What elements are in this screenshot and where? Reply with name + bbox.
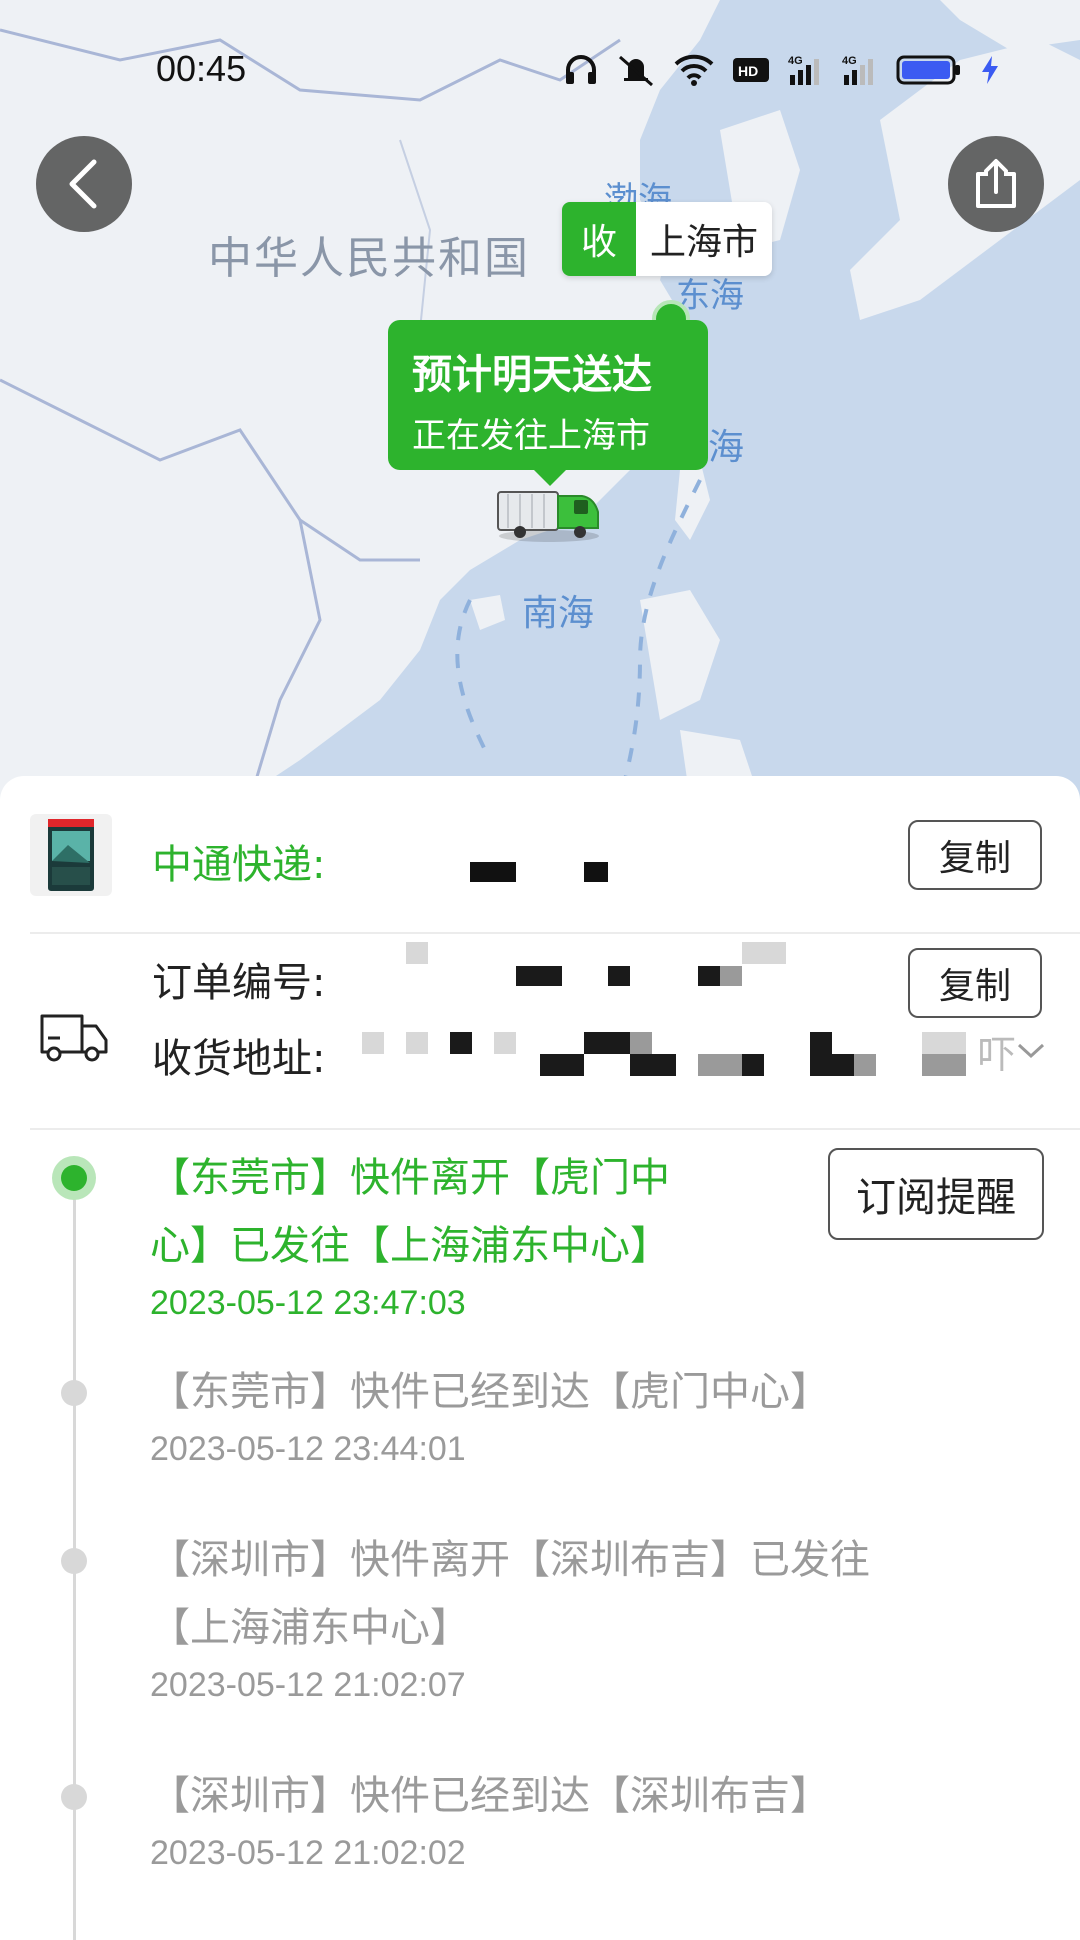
signal-4g-icon: 4G [842,53,878,87]
redacted-address [922,1032,966,1054]
tracking-timeline: 【东莞市】快件离开【虎门中 心】已发往【上海浦东中心】 2023-05-12 2… [0,1148,1080,1940]
back-button[interactable] [36,136,132,232]
redacted-order-number [608,966,630,986]
redacted-order-number [742,942,786,964]
redacted-address [584,1032,630,1054]
timeline-dot [61,1548,87,1574]
svg-text:4G: 4G [788,55,803,67]
redacted-address [854,1054,876,1076]
event-text-line: 心】已发往【上海浦东中心】 [150,1223,670,1269]
svg-text:HD: HD [738,63,758,79]
headphones-icon [564,54,598,86]
chevron-down-icon[interactable] [1016,1042,1046,1060]
redacted-order-number [720,966,742,986]
status-bar: 00:45 HD 4G 4G [0,0,1080,140]
address-tail-text: 吓 [978,1033,1017,1077]
redacted-address [540,1054,584,1076]
hd-icon: HD [732,55,770,85]
timeline-dot-current [52,1156,96,1200]
delivery-status-text: 正在发往上海市 [412,416,650,456]
timeline-event: 【深圳市】快件已经到达【深圳布吉】 2023-05-12 21:02:02 [150,1762,980,1873]
redacted-address [362,1032,384,1054]
timeline-event: 【深圳市】快件离开【深圳布吉】已发往 【上海浦东中心】 2023-05-12 2… [150,1526,980,1705]
subscribe-reminder-button[interactable]: 订阅提醒 [828,1148,1044,1240]
event-text-line: 【东莞市】快件离开【虎门中 [150,1155,670,1201]
order-number-label: 订单编号: [152,960,326,1006]
redacted-address [630,1054,676,1076]
timeline-dot [61,1380,87,1406]
timeline-dot [61,1784,87,1810]
event-text: 【东莞市】快件已经到达【虎门中心】 [150,1369,830,1415]
courier-row: 中通快递: 复制 [0,776,1080,932]
redacted-tracking-number [584,862,608,882]
delivery-status-bubble: 预计明天送达 正在发往上海市 [388,320,708,486]
share-button[interactable] [948,136,1044,232]
redacted-address [494,1032,516,1054]
product-thumbnail[interactable] [30,814,112,896]
signal-4g-icon: 4G [788,53,824,87]
wifi-icon [674,54,714,86]
delivery-eta: 预计明天送达 [412,352,652,398]
event-text: 【深圳市】快件已经到达【深圳布吉】 [150,1773,830,1819]
sea-label-south: 南海 [522,593,595,634]
event-text-line: 【深圳市】快件离开【深圳布吉】已发往 [150,1537,870,1583]
sea-label-taiwan: 海 [708,427,745,468]
country-label: 中华人民共和国 [208,233,530,284]
status-time: 00:45 [156,48,247,89]
back-icon [69,159,97,209]
destination-tag-key: 收 [562,202,636,276]
truck-marker-icon [497,491,599,542]
event-time: 2023-05-12 23:47:03 [150,1284,466,1322]
shipping-address-label: 收货地址: [152,1036,326,1082]
event-time: 2023-05-12 23:44:01 [150,1430,466,1468]
battery-icon [896,54,962,86]
redacted-address [406,1032,428,1054]
logistics-tracking-screen: 中华人民共和国 渤海 东海 海 南海 00:45 HD 4G 4G 收 上海市 … [0,0,1080,1940]
redacted-address [630,1032,652,1054]
delivery-truck-icon [40,1014,108,1062]
event-time: 2023-05-12 21:02:07 [150,1666,466,1704]
event-time: 2023-05-12 21:02:02 [150,1834,466,1872]
timeline-event: 【东莞市】快件已经到达【虎门中心】 2023-05-12 23:44:01 [150,1358,980,1469]
map-view[interactable]: 中华人民共和国 渤海 东海 海 南海 00:45 HD 4G 4G 收 上海市 … [0,0,1080,800]
divider [30,1128,1080,1130]
charging-icon [980,54,1000,86]
redacted-address [720,1054,742,1076]
order-info: 订单编号: 收货地址: 复制 吓 [0,934,1080,1104]
redacted-tracking-number [470,862,516,882]
status-icons: HD 4G 4G [564,50,1000,90]
courier-name: 中通快递: [152,842,326,888]
redacted-address [922,1054,966,1076]
copy-tracking-button[interactable]: 复制 [908,820,1042,890]
redacted-address [810,1032,832,1054]
redacted-address [810,1054,854,1076]
mute-icon [616,53,656,87]
destination-tag-city: 上海市 [636,202,773,276]
redacted-address [450,1032,472,1054]
redacted-order-number [516,966,562,986]
copy-order-button[interactable]: 复制 [908,948,1042,1018]
redacted-order-number [698,966,720,986]
share-icon [976,159,1016,208]
redacted-address [698,1054,720,1076]
svg-text:4G: 4G [842,55,857,67]
timeline-event: 【东莞市】快件离开【虎门中 心】已发往【上海浦东中心】 2023-05-12 2… [150,1144,830,1323]
redacted-address [742,1054,764,1076]
destination-tag[interactable]: 收 上海市 [562,202,773,276]
product-image [48,819,94,891]
tracking-sheet: 中通快递: 复制 订单编号: 收货地址: 复制 吓 【东莞市】快件离开【虎门中 … [0,776,1080,1940]
event-text-line: 【上海浦东中心】 [150,1605,470,1651]
redacted-order-number [406,942,428,964]
